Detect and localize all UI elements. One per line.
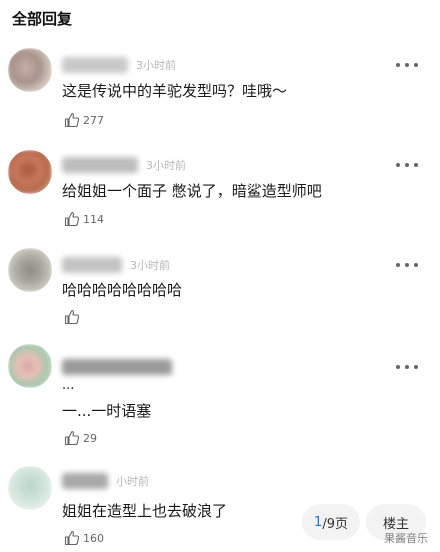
floor-owner-label: 楼主 (382, 516, 409, 532)
thumbs-up-icon (64, 112, 80, 128)
comment-item: ... 一...一时语塞 29 (0, 338, 440, 448)
comment-text: 哈哈哈哈哈哈哈哈 (62, 281, 183, 299)
page-header: 全部回复 (12, 6, 72, 30)
comment-time: 小时前 (116, 475, 149, 488)
comment-text-line1: ... (62, 378, 75, 393)
more-options-button[interactable] (396, 58, 418, 72)
username-blurred[interactable] (62, 157, 138, 173)
comment-item: 小时前 姐姐在造型上也去破浪了 160 (0, 458, 440, 552)
avatar[interactable] (8, 150, 52, 194)
more-dots-icon (396, 263, 400, 267)
like-count: 114 (83, 212, 104, 226)
more-dots-icon (396, 365, 400, 369)
page-title: 全部回复 (12, 9, 73, 28)
more-options-button[interactable] (396, 158, 418, 172)
comment-item: 3小时前 哈哈哈哈哈哈哈哈 (0, 240, 440, 332)
avatar[interactable] (8, 466, 52, 510)
thumbs-up-icon (64, 309, 80, 325)
more-dots-icon (396, 63, 400, 67)
username-blurred[interactable] (62, 57, 128, 73)
comment-text: 这是传说中的羊驼发型吗？哇哦～ (62, 82, 288, 100)
like-count: 277 (83, 113, 104, 127)
username-blurred[interactable] (62, 257, 122, 273)
like-button[interactable]: 114 (64, 209, 104, 229)
thumbs-up-icon (64, 211, 80, 227)
thumbs-up-icon (64, 430, 80, 446)
like-count: 29 (83, 431, 97, 445)
page-indicator-button[interactable]: 1/9页 (302, 504, 360, 540)
like-button[interactable]: 29 (64, 428, 97, 448)
more-options-button[interactable] (396, 360, 418, 374)
username-blurred[interactable] (62, 473, 108, 489)
page-total: /9页 (322, 516, 348, 532)
comment-time: 3小时前 (130, 259, 170, 272)
thumbs-up-icon (64, 530, 80, 546)
more-options-button[interactable] (396, 258, 418, 272)
watermark: 果酱音乐 (384, 532, 428, 545)
comment-text: 姐姐在造型上也去破浪了 (62, 502, 228, 520)
like-button[interactable] (64, 307, 83, 327)
avatar[interactable] (8, 344, 52, 388)
avatar[interactable] (8, 48, 52, 92)
like-button[interactable]: 277 (64, 110, 104, 130)
comment-item: 3小时前 这是传说中的羊驼发型吗？哇哦～ 277 (0, 42, 440, 134)
comment-time: 3小时前 (146, 159, 186, 172)
comment-time: 3小时前 (136, 59, 176, 72)
comment-text: 一...一时语塞 (62, 402, 152, 420)
page-current: 1 (314, 514, 323, 530)
username-blurred[interactable] (62, 359, 172, 375)
comment-text: 给姐姐一个面子 憋说了，暗鲨造型师吧 (62, 182, 322, 200)
like-button[interactable]: 160 (64, 528, 104, 548)
avatar[interactable] (8, 248, 52, 292)
like-count: 160 (83, 531, 104, 545)
comment-item: 3小时前 给姐姐一个面子 憋说了，暗鲨造型师吧 114 (0, 140, 440, 232)
more-dots-icon (396, 163, 400, 167)
